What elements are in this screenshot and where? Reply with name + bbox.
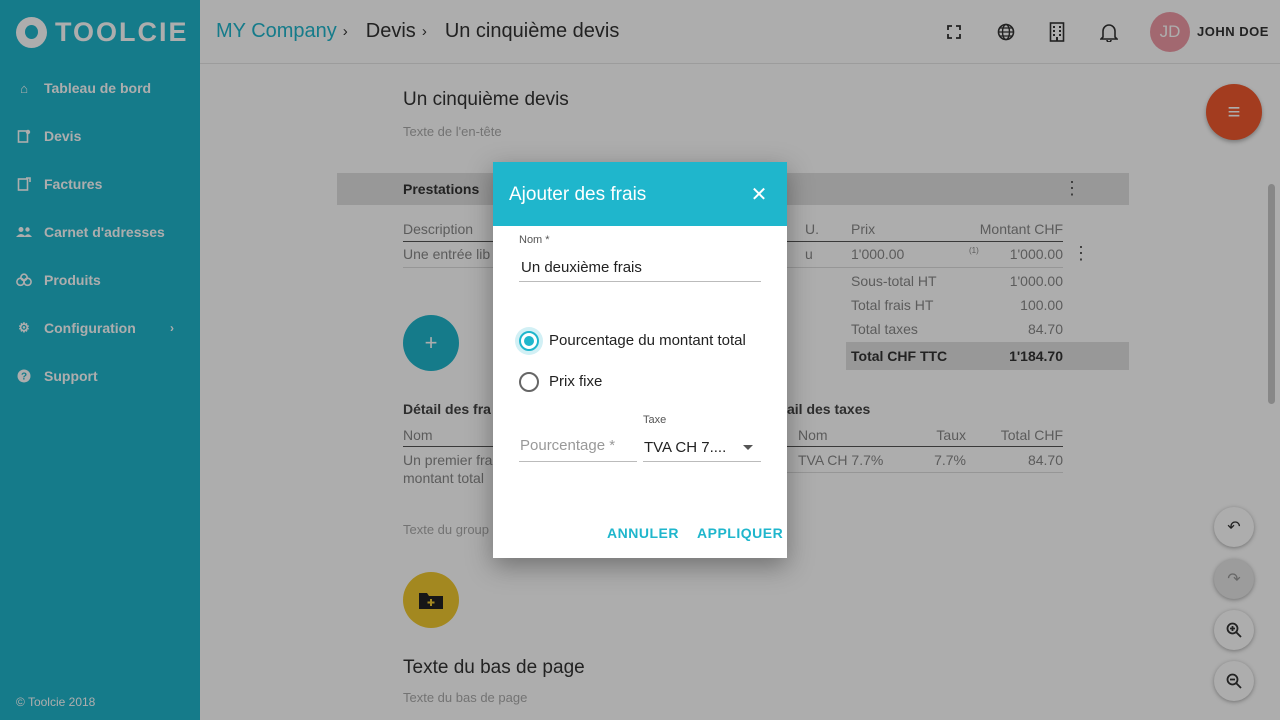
name-field[interactable]: Un deuxième frais bbox=[521, 259, 642, 276]
close-icon[interactable]: ✕ bbox=[747, 182, 771, 206]
percentage-field[interactable]: Pourcentage * bbox=[520, 437, 615, 454]
dialog-title: Ajouter des frais bbox=[509, 184, 647, 205]
name-field-label: Nom * bbox=[519, 234, 550, 246]
cancel-button[interactable]: ANNULER bbox=[607, 525, 679, 541]
radio-percentage[interactable] bbox=[519, 331, 539, 351]
percentage-field-underline bbox=[519, 461, 637, 462]
radio-fixed-price[interactable] bbox=[519, 372, 539, 392]
radio-fixed-price-label[interactable]: Prix fixe bbox=[549, 373, 602, 390]
tax-field-label: Taxe bbox=[643, 414, 667, 426]
apply-button[interactable]: APPLIQUER bbox=[697, 525, 783, 541]
dialog-header: Ajouter des frais ✕ bbox=[493, 162, 787, 226]
tax-select[interactable]: TVA CH 7.... bbox=[644, 439, 726, 456]
dropdown-arrow-icon[interactable] bbox=[743, 445, 753, 450]
radio-percentage-label[interactable]: Pourcentage du montant total bbox=[549, 332, 746, 349]
tax-select-underline bbox=[643, 461, 761, 462]
name-field-underline bbox=[519, 281, 761, 282]
add-fee-dialog: Ajouter des frais ✕ Nom * Un deuxième fr… bbox=[493, 162, 787, 558]
